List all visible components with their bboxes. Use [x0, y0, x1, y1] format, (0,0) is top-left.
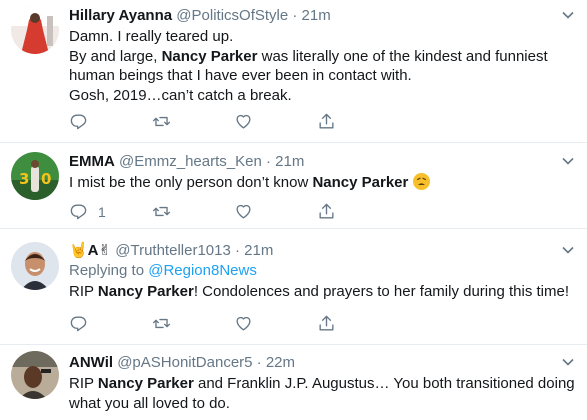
- tweet-actions: 1: [69, 202, 399, 221]
- separator: ·: [234, 242, 240, 259]
- tweet-text: RIP Nancy Parker and Franklin J.P. Augus…: [69, 374, 575, 413]
- retweet-button[interactable]: [152, 112, 235, 131]
- svg-text:3: 3: [19, 170, 29, 188]
- timestamp[interactable]: 21m: [275, 153, 304, 170]
- user-handle[interactable]: @PoliticsOfStyle: [176, 7, 288, 24]
- avatar[interactable]: [11, 242, 59, 290]
- reply-icon: [70, 316, 87, 332]
- like-icon: [236, 114, 251, 129]
- retweet-icon: [152, 206, 170, 217]
- display-name[interactable]: EMMA: [69, 153, 115, 170]
- tweet-actions: [69, 112, 399, 131]
- like-icon: [236, 316, 251, 331]
- retweet-icon: [152, 318, 170, 329]
- user-handle[interactable]: @pASHonitDancer5: [117, 354, 252, 371]
- display-name[interactable]: Hillary Ayanna: [69, 7, 172, 24]
- retweet-button[interactable]: [152, 314, 235, 333]
- timestamp[interactable]: 22m: [266, 354, 295, 371]
- reply-button[interactable]: [69, 112, 152, 131]
- timestamp[interactable]: 21m: [302, 7, 331, 24]
- separator: ·: [292, 7, 298, 24]
- separator: ·: [256, 354, 262, 371]
- tweet-actions: [69, 314, 399, 333]
- reply-button[interactable]: [69, 314, 152, 333]
- display-name[interactable]: ANWil: [69, 354, 113, 371]
- like-button[interactable]: [234, 314, 317, 333]
- tweet-feed: Hillary Ayanna @PoliticsOfStyle · 21m Da…: [0, 0, 587, 420]
- text-line: Damn. I really teared up.: [69, 28, 234, 45]
- reply-count: 1: [98, 203, 106, 220]
- share-button[interactable]: [317, 314, 400, 333]
- like-button[interactable]: [234, 202, 317, 221]
- chevron-down-icon[interactable]: [561, 243, 575, 257]
- chevron-down-icon[interactable]: [561, 8, 575, 22]
- avatar[interactable]: 3 0: [11, 152, 59, 200]
- text-line: RIP Nancy Parker and Franklin J.P. Augus…: [69, 375, 575, 392]
- text-line: human beings that I have ever been in co…: [69, 67, 412, 84]
- avatar[interactable]: [11, 351, 59, 399]
- share-button[interactable]: [317, 112, 400, 131]
- tweet[interactable]: 🤘A✌ @Truthteller1013 · 21m Replying to @…: [0, 229, 587, 345]
- weary-face-emoji: [412, 173, 430, 190]
- share-icon: [318, 113, 334, 129]
- tweet[interactable]: ANWil @pASHonitDancer5 · 22m RIP Nancy P…: [0, 345, 587, 420]
- share-icon: [318, 315, 334, 331]
- tweet[interactable]: 3 0 EMMA @Emmz_hearts_Ken · 21m I mist b…: [0, 143, 587, 229]
- avatar[interactable]: [11, 6, 59, 54]
- replying-to: Replying to @Region8News: [69, 262, 257, 279]
- chevron-down-icon[interactable]: [561, 355, 575, 369]
- user-handle[interactable]: @Truthteller1013: [115, 242, 231, 259]
- text-line: Gosh, 2019…can’t catch a break.: [69, 86, 292, 104]
- tweet-text: RIP Nancy Parker! Condolences and prayer…: [69, 283, 569, 300]
- svg-text:0: 0: [41, 170, 51, 188]
- tweet-text: Damn. I really teared up. By and large, …: [69, 27, 575, 105]
- display-name[interactable]: 🤘A✌: [69, 242, 111, 259]
- mention-link[interactable]: @Region8News: [148, 262, 257, 279]
- share-button[interactable]: [317, 202, 400, 221]
- tweet[interactable]: Hillary Ayanna @PoliticsOfStyle · 21m Da…: [0, 0, 587, 143]
- reply-icon: [70, 204, 87, 220]
- user-handle[interactable]: @Emmz_hearts_Ken: [119, 153, 262, 170]
- chevron-down-icon[interactable]: [561, 154, 575, 168]
- text-line: By and large, Nancy Parker was literally…: [69, 47, 548, 65]
- separator: ·: [265, 153, 271, 170]
- like-icon: [236, 204, 251, 219]
- timestamp[interactable]: 21m: [244, 242, 273, 259]
- retweet-button[interactable]: [152, 202, 235, 221]
- like-button[interactable]: [234, 112, 317, 131]
- share-icon: [318, 203, 334, 219]
- tweet-text: I mist be the only person don’t know Nan…: [69, 173, 575, 193]
- retweet-icon: [152, 116, 170, 127]
- text-line: what you all loved to do.: [69, 394, 230, 412]
- reply-icon: [70, 114, 87, 130]
- reply-button[interactable]: 1: [69, 202, 152, 221]
